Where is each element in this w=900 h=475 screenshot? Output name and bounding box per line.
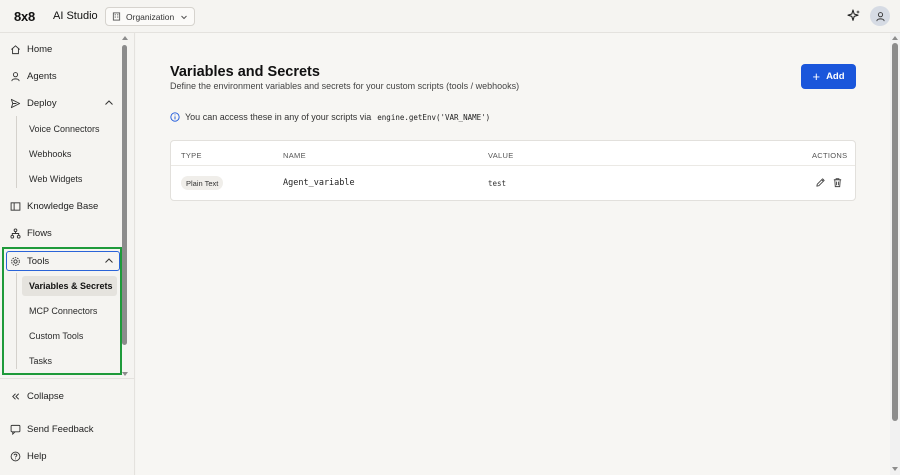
- send-icon: [10, 98, 21, 108]
- sidebar-subitem-mcp-connectors[interactable]: MCP Connectors: [22, 301, 117, 321]
- page-title: Variables and Secrets: [170, 64, 320, 80]
- sidebar-scroll-up-arrow[interactable]: [122, 36, 128, 40]
- building-icon: [112, 12, 121, 21]
- gear-icon: [11, 256, 20, 266]
- info-icon: [170, 112, 180, 122]
- sidebar-item-home[interactable]: Home: [10, 40, 52, 58]
- type-badge: Plain Text: [181, 176, 224, 190]
- sparkle-icon[interactable]: [847, 9, 861, 23]
- scroll-down-arrow[interactable]: [892, 467, 898, 471]
- organization-selector[interactable]: Organization: [105, 7, 195, 26]
- column-header-type[interactable]: TYPE: [181, 151, 202, 160]
- info-banner: You can access these in any of your scri…: [170, 112, 490, 122]
- help-icon: [10, 451, 21, 461]
- sidebar-item-label: Deploy: [27, 97, 57, 109]
- main-content: Variables and Secrets Define the environ…: [136, 33, 890, 475]
- sidebar-item-help[interactable]: Help: [10, 447, 47, 465]
- sidebar-item-knowledge-base[interactable]: Knowledge Base: [10, 197, 98, 215]
- page-subtitle: Define the environment variables and sec…: [170, 81, 520, 91]
- sidebar-subitem-webhooks[interactable]: Webhooks: [22, 144, 117, 164]
- sidebar-scrollbar-thumb[interactable]: [122, 45, 127, 345]
- edit-icon[interactable]: [815, 177, 826, 188]
- sidebar-item-label: Agents: [27, 70, 57, 82]
- page-scrollbar[interactable]: [890, 33, 900, 475]
- info-code: engine.getEnv('VAR_NAME'): [377, 112, 491, 122]
- trash-icon[interactable]: [832, 177, 843, 188]
- sidebar-subitem-variables-secrets[interactable]: Variables & Secrets: [22, 276, 117, 296]
- sidebar-item-label: Home: [27, 43, 53, 55]
- sidebar-divider: [0, 378, 134, 379]
- sidebar-item-send-feedback[interactable]: Send Feedback: [10, 420, 94, 438]
- chevron-up-icon[interactable]: [104, 98, 114, 108]
- sidebar-subitem-web-widgets[interactable]: Web Widgets: [22, 169, 117, 189]
- user-icon: [11, 71, 20, 81]
- info-text: You can access these in any of your scri…: [185, 112, 372, 122]
- scroll-up-arrow[interactable]: [892, 36, 898, 40]
- add-button-label: Add: [826, 71, 845, 82]
- variable-name: Agent_variable: [283, 178, 355, 188]
- app-title: AI Studio: [53, 10, 98, 22]
- top-bar: 8x8 AI Studio Organization: [0, 0, 900, 33]
- sidebar-subitem-voice-connectors[interactable]: Voice Connectors: [22, 119, 117, 139]
- sidebar-item-label: Help: [27, 450, 47, 462]
- user-avatar[interactable]: [870, 6, 890, 26]
- add-button[interactable]: + Add: [801, 64, 856, 89]
- sidebar-item-label: Flows: [27, 227, 52, 239]
- sidebar-item-deploy[interactable]: Deploy: [10, 94, 120, 112]
- column-header-actions: ACTIONS: [812, 151, 848, 160]
- table-header-divider: [171, 165, 855, 166]
- sidebar-item-label: Send Feedback: [27, 423, 94, 435]
- sidebar-subitem-tasks[interactable]: Tasks: [22, 351, 117, 371]
- feedback-icon: [10, 424, 21, 435]
- sidebar-item-label: Collapse: [27, 390, 64, 402]
- chevron-down-icon: [181, 15, 188, 19]
- organization-label: Organization: [126, 11, 175, 22]
- sidebar-scroll-down-arrow[interactable]: [122, 372, 128, 376]
- sidebar-item-tools[interactable]: Tools: [10, 252, 120, 270]
- sidebar: Home Agents Deploy Voice Connectors Webh…: [0, 33, 135, 475]
- column-header-name[interactable]: NAME: [283, 151, 306, 160]
- double-chevron-left-icon: [12, 392, 20, 400]
- user-icon: [875, 11, 885, 21]
- tools-submenu-rail: [16, 273, 17, 369]
- scrollbar-thumb[interactable]: [892, 43, 898, 421]
- book-icon: [10, 201, 21, 211]
- sidebar-item-flows[interactable]: Flows: [10, 224, 52, 242]
- variables-table: TYPE NAME VALUE ACTIONS Plain Text Agent…: [170, 140, 856, 201]
- plus-icon: +: [812, 69, 821, 84]
- column-header-value[interactable]: VALUE: [488, 151, 514, 160]
- sidebar-item-label: Knowledge Base: [27, 200, 99, 212]
- sidebar-item-label: Tools: [27, 255, 50, 267]
- sidebar-subitem-custom-tools[interactable]: Custom Tools: [22, 326, 117, 346]
- deploy-submenu-rail: [16, 116, 17, 188]
- chevron-up-icon[interactable]: [104, 256, 114, 266]
- brand-logo[interactable]: 8x8: [14, 9, 35, 24]
- home-icon: [11, 44, 20, 54]
- sidebar-item-collapse[interactable]: Collapse: [10, 387, 64, 405]
- variable-value: test: [488, 179, 507, 188]
- flow-icon: [10, 227, 21, 239]
- sidebar-item-agents[interactable]: Agents: [10, 67, 57, 85]
